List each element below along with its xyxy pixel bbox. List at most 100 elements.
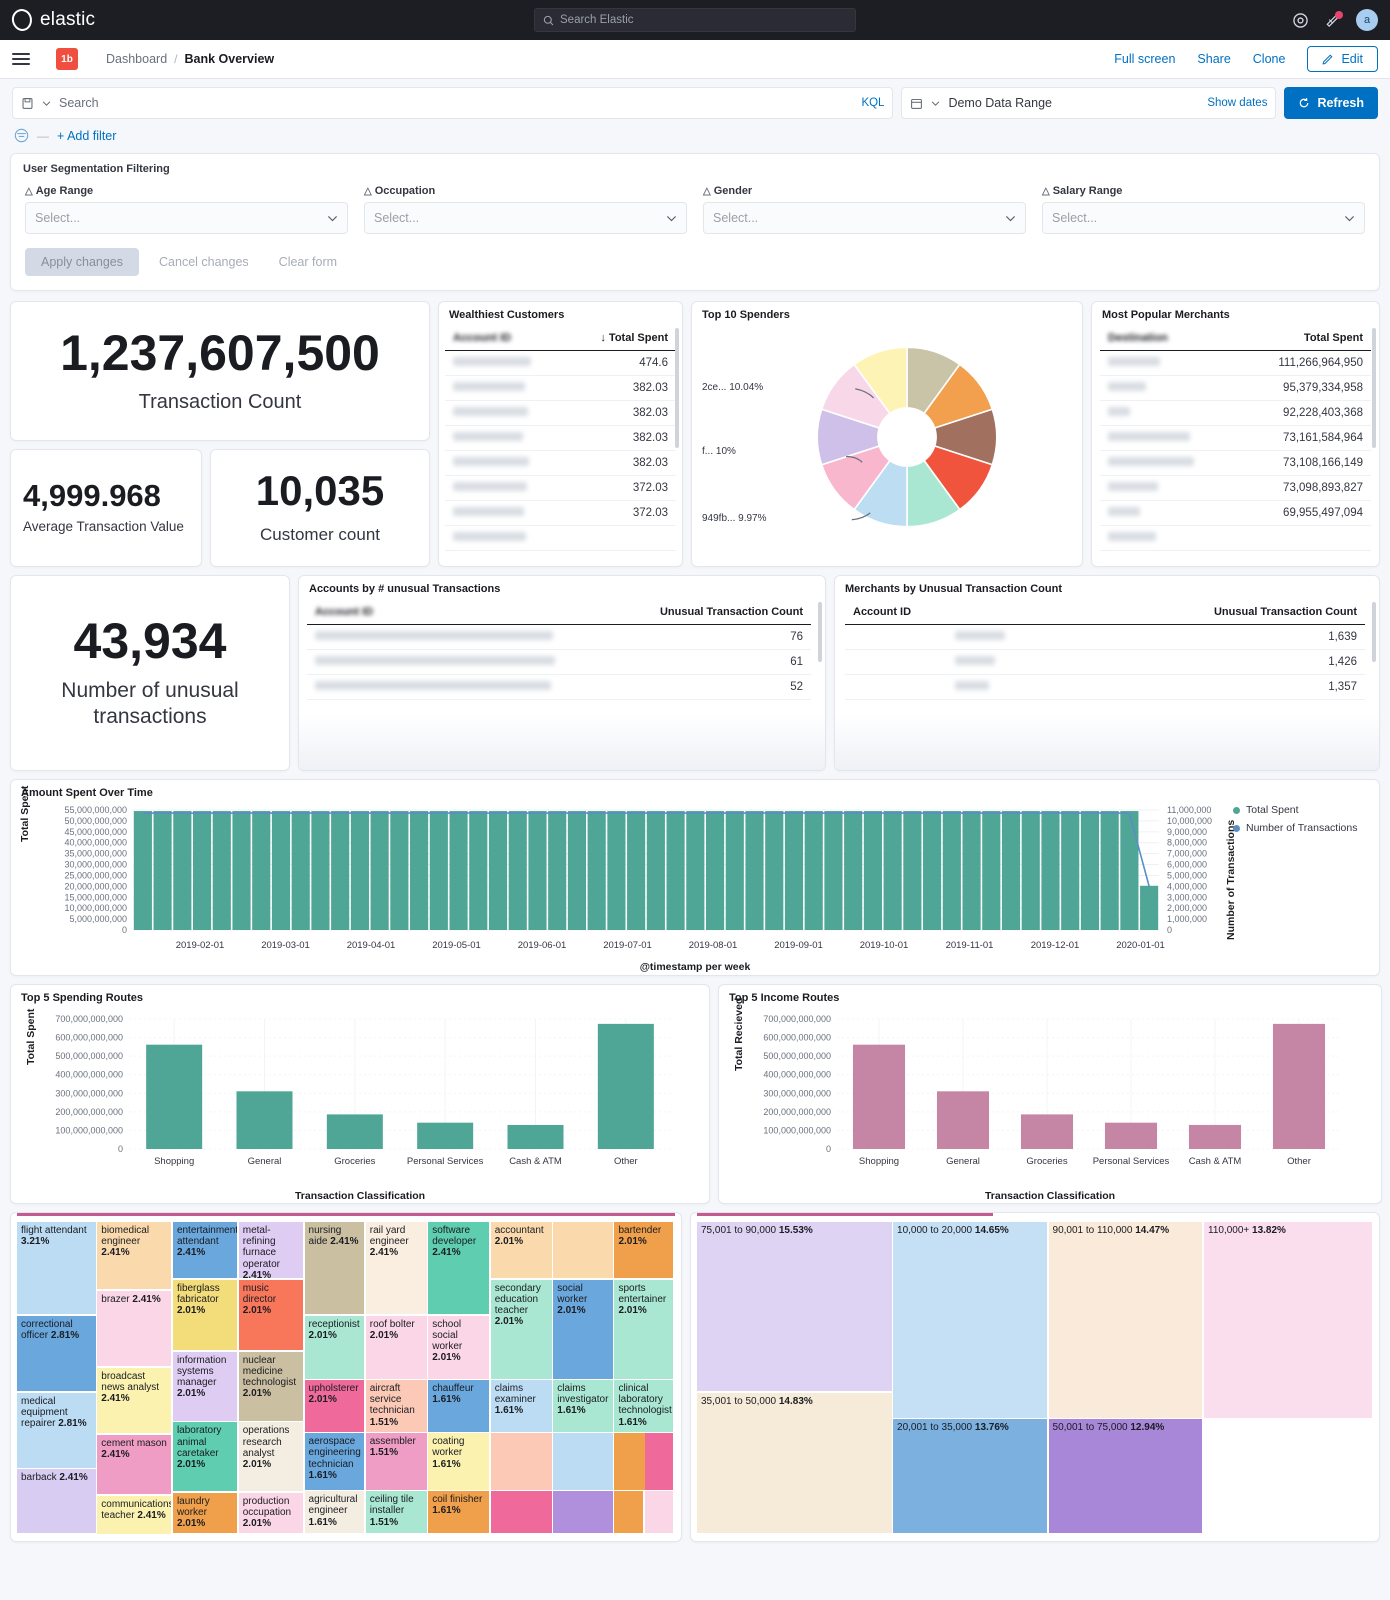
treemap-cell[interactable]: assembler 1.51%: [365, 1433, 427, 1490]
treemap-cell[interactable]: [644, 1433, 674, 1490]
legend-label-total-spent[interactable]: Total Spent: [1246, 804, 1299, 816]
treemap-cell[interactable]: [644, 1491, 674, 1534]
cancel-changes-button[interactable]: Cancel changes: [149, 248, 259, 276]
treemap-cell[interactable]: laundry worker 2.01%: [172, 1492, 238, 1534]
treemap-cell[interactable]: fiberglass fabricator 2.01%: [172, 1279, 238, 1351]
salary-range-treemap[interactable]: 75,001 to 90,000 15.53% 35,001 to 50,000 …: [697, 1222, 1373, 1535]
show-dates-button[interactable]: Show dates: [1207, 97, 1267, 109]
add-filter-button[interactable]: + Add filter: [57, 129, 116, 143]
global-search-input[interactable]: Search Elastic: [534, 8, 856, 32]
treemap-cell[interactable]: 75,001 to 90,000 15.53%: [697, 1222, 892, 1392]
column-header-destination[interactable]: Destination: [1100, 326, 1237, 351]
clear-form-button[interactable]: Clear form: [269, 248, 347, 276]
avatar[interactable]: a: [1356, 9, 1378, 31]
treemap-cell[interactable]: chauffeur 1.61%: [428, 1380, 490, 1432]
treemap-cell[interactable]: claims investigator 1.61%: [553, 1380, 613, 1432]
treemap-cell[interactable]: [553, 1491, 613, 1534]
kql-toggle[interactable]: KQL: [861, 97, 884, 109]
column-header-account-id[interactable]: Account ID: [845, 600, 1113, 625]
breadcrumb-bank-overview[interactable]: Bank Overview: [185, 52, 275, 66]
income-routes-chart[interactable]: 0 100,000,000,000 200,000,000,000 300,000,0…: [719, 1007, 1381, 1185]
age-range-select[interactable]: Select...: [25, 202, 348, 234]
treemap-cell[interactable]: software developer 2.41%: [428, 1222, 490, 1315]
column-header-unusual-count[interactable]: Unusual Transaction Count: [617, 600, 811, 625]
treemap-cell[interactable]: laboratory animal caretaker 2.01%: [172, 1422, 238, 1492]
treemap-cell[interactable]: communications teacher 2.41%: [97, 1495, 172, 1534]
pie-chart[interactable]: 2ce... 10.04% f... 10% 949fb... 9.97%: [692, 324, 1082, 550]
chevron-down-icon[interactable]: [42, 99, 51, 108]
treemap-cell[interactable]: 90,001 to 110,000 14.47%: [1048, 1222, 1203, 1418]
column-header-total-spent[interactable]: ↓ Total Spent: [567, 326, 676, 351]
clone-button[interactable]: Clone: [1253, 52, 1286, 66]
treemap-cell[interactable]: upholsterer 2.01%: [304, 1380, 365, 1432]
treemap-cell[interactable]: 50,001 to 75,000 12.94%: [1048, 1419, 1203, 1534]
treemap-cell[interactable]: flight attendant 3.21%: [17, 1222, 96, 1315]
treemap-cell[interactable]: nuclear medicine technologist 2.01%: [238, 1351, 304, 1421]
filter-icon[interactable]: [14, 128, 29, 143]
treemap-cell[interactable]: receptionist 2.01%: [304, 1315, 365, 1379]
occupation-treemap[interactable]: flight attendant 3.21% correctional offic…: [17, 1222, 675, 1535]
refresh-button[interactable]: Refresh: [1284, 87, 1378, 119]
treemap-cell[interactable]: medical equipment repairer 2.81%: [17, 1392, 96, 1468]
treemap-cell[interactable]: [614, 1491, 644, 1534]
treemap-cell[interactable]: operations research analyst 2.01%: [238, 1422, 304, 1492]
treemap-cell[interactable]: [553, 1433, 613, 1490]
treemap-cell[interactable]: secondary education teacher 2.01%: [490, 1279, 552, 1379]
treemap-cell[interactable]: 20,001 to 35,000 13.76%: [893, 1419, 1047, 1534]
treemap-cell[interactable]: agricultural engineer 1.61%: [304, 1491, 365, 1534]
treemap-cell[interactable]: correctional officer 2.81%: [17, 1315, 96, 1392]
column-header-unusual-count[interactable]: Unusual Transaction Count: [1112, 600, 1365, 625]
treemap-cell[interactable]: coating worker 1.61%: [428, 1433, 490, 1490]
treemap-cell[interactable]: production occupation 2.01%: [238, 1492, 304, 1534]
treemap-cell[interactable]: barback 2.41%: [17, 1469, 96, 1534]
treemap-cell[interactable]: claims examiner 1.61%: [490, 1380, 552, 1432]
gender-select[interactable]: Select...: [703, 202, 1026, 234]
chevron-down-icon[interactable]: [931, 99, 940, 108]
treemap-cell[interactable]: [490, 1491, 552, 1534]
scrollbar[interactable]: [1372, 328, 1376, 562]
treemap-cell[interactable]: broadcast news analyst 2.41%: [97, 1367, 172, 1434]
treemap-cell[interactable]: sports entertainer 2.01%: [614, 1279, 674, 1379]
treemap-cell[interactable]: information systems manager 2.01%: [172, 1351, 238, 1421]
column-header-account-id[interactable]: Account ID: [445, 326, 568, 351]
treemap-cell[interactable]: biomedical engineer 2.41%: [97, 1222, 172, 1290]
column-header-account-id[interactable]: Account ID: [307, 600, 618, 625]
elastic-logo[interactable]: elastic: [9, 7, 95, 33]
treemap-cell[interactable]: bartender 2.01%: [614, 1222, 674, 1279]
spending-routes-chart[interactable]: 0 100,000,000,000 200,000,000,000 300,000,0…: [11, 1007, 711, 1185]
breadcrumb-dashboard[interactable]: Dashboard: [106, 52, 167, 66]
edit-button[interactable]: Edit: [1307, 46, 1378, 72]
scrollbar[interactable]: [675, 328, 679, 562]
treemap-cell[interactable]: coil finisher 1.61%: [428, 1491, 490, 1534]
treemap-cell[interactable]: accountant 2.01%: [490, 1222, 552, 1279]
legend-label-num-transactions[interactable]: Number of Transactions: [1246, 822, 1357, 834]
apply-changes-button[interactable]: Apply changes: [25, 248, 140, 276]
treemap-cell[interactable]: roof bolter 2.01%: [365, 1315, 427, 1379]
treemap-cell[interactable]: social worker 2.01%: [553, 1279, 613, 1379]
menu-icon[interactable]: [12, 53, 30, 65]
treemap-cell[interactable]: [553, 1222, 613, 1279]
treemap-cell[interactable]: music director 2.01%: [238, 1279, 304, 1351]
treemap-cell[interactable]: metal-refining furnace operator 2.41%: [238, 1222, 304, 1279]
share-button[interactable]: Share: [1197, 52, 1230, 66]
salary-range-select[interactable]: Select...: [1042, 202, 1365, 234]
treemap-cell[interactable]: clinical laboratory technologist 1.61%: [614, 1380, 674, 1432]
news-feed-icon[interactable]: [1324, 10, 1343, 28]
treemap-cell[interactable]: rail yard engineer 2.41%: [365, 1222, 427, 1315]
treemap-cell[interactable]: aerospace engineering technician 1.61%: [304, 1433, 365, 1490]
treemap-cell[interactable]: school social worker 2.01%: [428, 1315, 490, 1379]
treemap-cell[interactable]: nursing aide 2.41%: [304, 1222, 365, 1315]
treemap-cell[interactable]: [490, 1433, 552, 1490]
treemap-cell[interactable]: 10,000 to 20,000 14.65%: [893, 1222, 1047, 1418]
treemap-cell[interactable]: ceiling tile installer 1.51%: [365, 1491, 427, 1534]
occupation-select[interactable]: Select...: [364, 202, 687, 234]
saved-query-icon[interactable]: [21, 97, 34, 110]
treemap-cell[interactable]: cement mason 2.41%: [97, 1434, 172, 1495]
treemap-cell[interactable]: aircraft service technician 1.51%: [365, 1380, 427, 1432]
treemap-cell[interactable]: brazer 2.41%: [97, 1290, 172, 1367]
full-screen-button[interactable]: Full screen: [1114, 52, 1175, 66]
timeseries-chart[interactable]: 05,000,000,00010,000,000,00015,000,000,0…: [11, 802, 1379, 974]
help-icon[interactable]: [1293, 12, 1308, 28]
treemap-cell[interactable]: 110,000+ 13.82%: [1204, 1222, 1372, 1418]
column-header-total-spent[interactable]: Total Spent: [1236, 326, 1371, 351]
